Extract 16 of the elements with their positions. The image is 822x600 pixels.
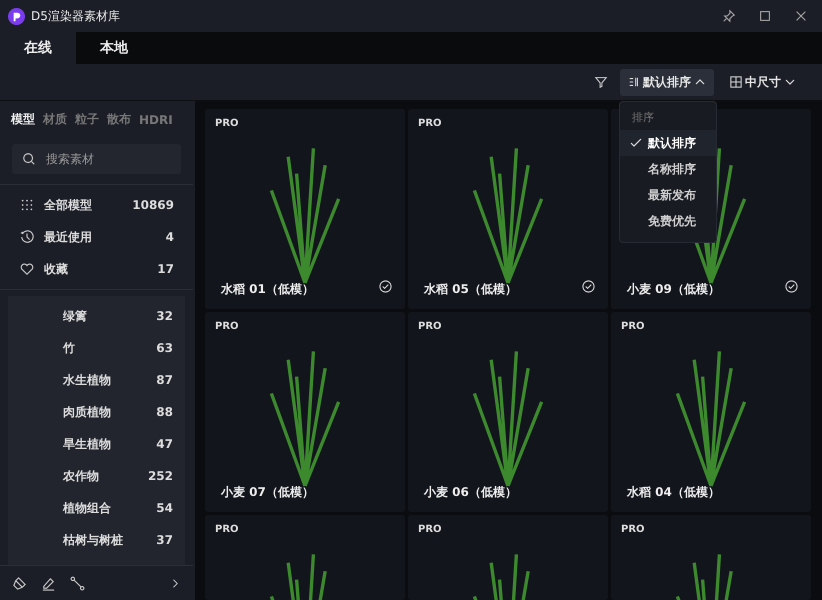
asset-name: 小麦 06（低模） xyxy=(424,484,517,501)
window-title: D5渲染器素材库 xyxy=(31,8,120,24)
pro-label: PRO xyxy=(215,524,239,535)
pro-label: PRO xyxy=(215,118,239,129)
pro-label: PRO xyxy=(621,321,645,332)
asset-name: 小麦 07（低模） xyxy=(221,484,314,501)
asset-name: 水稻 01（低模） xyxy=(221,281,314,298)
asset-name: 小麦 09（低模） xyxy=(627,281,720,298)
asset-name: 水稻 05（低模） xyxy=(424,281,517,298)
pro-label: PRO xyxy=(418,524,442,535)
pro-label: PRO xyxy=(418,118,442,129)
pro-label: PRO xyxy=(215,321,239,332)
asset-name: 水稻 04（低模） xyxy=(627,484,720,501)
pro-label: PRO xyxy=(621,524,645,535)
menu-heading: 排序 xyxy=(631,110,655,126)
pro-label: PRO xyxy=(418,321,442,332)
